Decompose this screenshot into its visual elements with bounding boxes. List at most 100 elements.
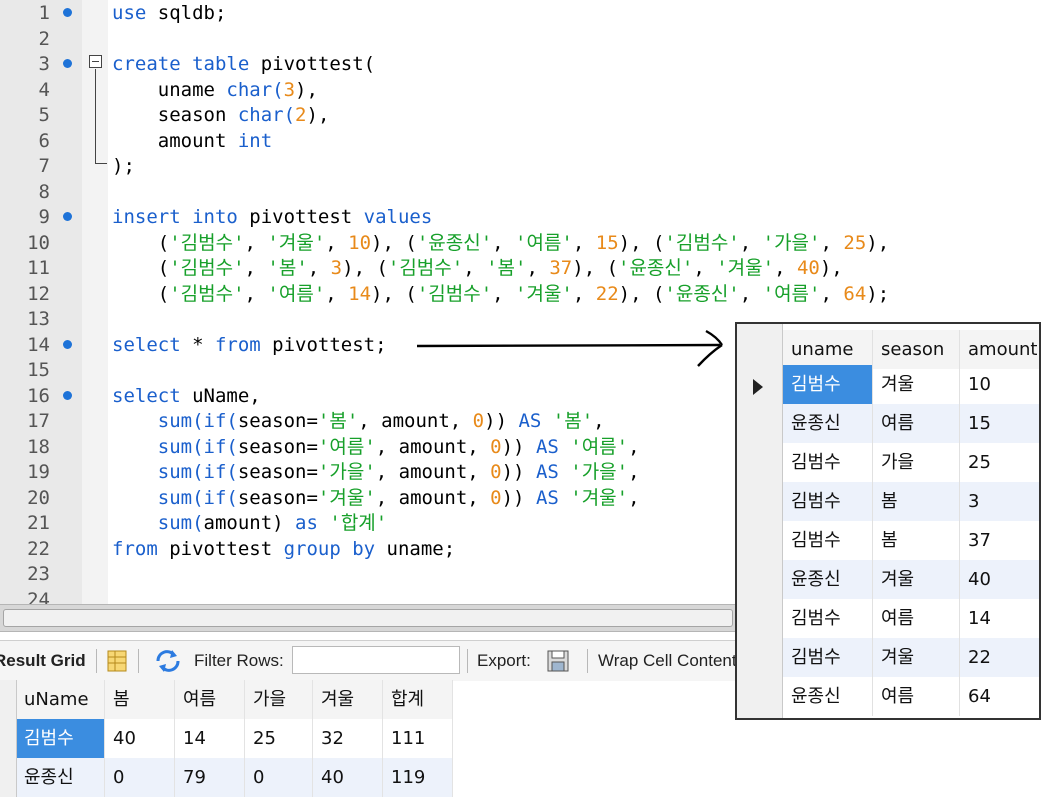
line-number: 13 — [0, 307, 82, 333]
scrollbar-thumb[interactable] — [3, 609, 733, 627]
table-cell[interactable]: 여름 — [873, 404, 960, 443]
table-row[interactable]: 김범수 겨울 22 — [783, 638, 1039, 677]
table-cell[interactable]: 윤종신 — [783, 560, 873, 599]
table-cell[interactable]: 김범수 — [783, 443, 873, 482]
code-token: )) — [484, 410, 519, 432]
code-token: 25 — [843, 231, 867, 254]
code-token: season= — [237, 461, 318, 483]
table-row[interactable]: 김범수 여름 14 — [783, 599, 1039, 638]
table-cell[interactable]: 김범수 — [16, 719, 105, 758]
table-cell[interactable]: 겨울 — [873, 560, 960, 599]
line-number: 2 — [0, 27, 82, 53]
result-grid-tab[interactable]: Result Grid — [0, 641, 86, 681]
table-cell[interactable]: 25 — [960, 443, 1039, 482]
table-cell[interactable]: 봄 — [873, 482, 960, 521]
table-row[interactable]: 윤종신 0 79 0 40 119 — [0, 758, 453, 797]
code-token: pivottest — [249, 206, 364, 228]
grid-header-row: uName 봄 여름 가을 겨울 합계 — [0, 680, 453, 719]
table-cell[interactable]: 윤종신 — [783, 677, 873, 716]
table-cell[interactable]: 40 — [105, 719, 175, 758]
table-cell[interactable]: 윤종신 — [783, 404, 873, 443]
grid-form-icon[interactable] — [107, 650, 127, 672]
code-token: 0 — [472, 410, 485, 432]
table-cell[interactable]: 김범수 — [783, 482, 873, 521]
refresh-icon[interactable] — [154, 649, 182, 673]
table-row[interactable]: 김범수 봄 3 — [783, 482, 1039, 521]
table-row[interactable]: 윤종신 겨울 40 — [783, 560, 1039, 599]
table-cell[interactable]: 윤종신 — [16, 758, 105, 797]
code-token: '윤종신' — [664, 282, 740, 305]
column-header[interactable]: season — [873, 330, 960, 369]
column-header[interactable]: 겨울 — [313, 680, 383, 719]
table-cell[interactable]: 여름 — [873, 599, 960, 638]
table-cell[interactable]: 32 — [313, 719, 383, 758]
table-cell[interactable]: 3 — [960, 482, 1039, 521]
code-token: , — [307, 257, 331, 279]
table-cell[interactable]: 겨울 — [873, 638, 960, 677]
column-header[interactable]: uName — [16, 680, 105, 719]
table-row[interactable]: 김범수 겨울 10 — [783, 365, 1039, 404]
table-cell[interactable]: 10 — [960, 365, 1039, 404]
table-cell[interactable]: 79 — [175, 758, 245, 797]
table-cell[interactable]: 김범수 — [783, 638, 873, 677]
table-cell[interactable]: 김범수 — [783, 365, 873, 404]
table-cell[interactable]: 22 — [960, 638, 1039, 677]
code-token: , amount, — [375, 435, 491, 458]
table-cell[interactable]: 14 — [175, 719, 245, 758]
code-token: )) — [501, 486, 536, 509]
column-header[interactable]: 여름 — [175, 680, 245, 719]
code-token: 40 — [796, 257, 820, 279]
table-cell[interactable]: 64 — [960, 677, 1039, 716]
code-token: , amount, — [375, 486, 491, 509]
table-cell[interactable]: 김범수 — [783, 521, 873, 560]
table-row[interactable]: 김범수 가을 25 — [783, 443, 1039, 482]
code-token: AS — [518, 410, 553, 432]
column-header[interactable]: 가을 — [245, 680, 313, 719]
table-row[interactable]: 김범수 40 14 25 32 111 — [0, 719, 453, 758]
column-header[interactable]: 합계 — [383, 680, 453, 719]
column-header[interactable]: amount — [960, 330, 1039, 369]
table-cell[interactable]: 119 — [383, 758, 453, 797]
line-number-text: 16 — [27, 384, 50, 407]
statement-marker-icon — [63, 339, 72, 349]
table-cell[interactable]: 봄 — [873, 521, 960, 560]
table-cell[interactable]: 여름 — [873, 677, 960, 716]
code-token: ( — [112, 231, 170, 254]
table-cell[interactable]: 김범수 — [783, 599, 873, 638]
table-cell[interactable]: 0 — [105, 758, 175, 797]
wrap-cell-content-toggle[interactable]: Wrap Cell Content — [598, 641, 737, 681]
line-number-text: 11 — [27, 257, 50, 279]
table-row[interactable]: 김범수 봄 37 — [783, 521, 1039, 560]
table-cell[interactable]: 가을 — [873, 443, 960, 482]
export-icon[interactable] — [546, 649, 576, 673]
code-token: ); — [866, 282, 890, 305]
column-header[interactable]: 봄 — [105, 680, 175, 719]
line-number-text: 20 — [27, 486, 50, 509]
table-cell[interactable]: 14 — [960, 599, 1039, 638]
code-token: , — [526, 257, 550, 279]
statement-marker-icon — [63, 8, 72, 17]
code-token: '가을' — [317, 461, 376, 483]
table-cell[interactable]: 40 — [960, 560, 1039, 599]
table-cell[interactable]: 25 — [245, 719, 313, 758]
table-cell[interactable]: 0 — [245, 758, 313, 797]
code-token: 3 — [330, 257, 343, 279]
filter-rows-input[interactable] — [292, 646, 460, 674]
code-token: '윤종신' — [416, 231, 493, 254]
table-cell[interactable]: 111 — [383, 719, 453, 758]
line-number-text: 18 — [27, 435, 50, 458]
table-row[interactable]: 윤종신 여름 64 — [783, 677, 1039, 716]
column-header[interactable]: uname — [783, 330, 873, 369]
code-token: as — [295, 512, 330, 534]
code-token: 3 — [283, 78, 296, 101]
table-cell[interactable]: 15 — [960, 404, 1039, 443]
code-token: 2 — [295, 104, 307, 126]
code-token: ( — [112, 257, 170, 279]
table-cell[interactable]: 37 — [960, 521, 1039, 560]
table-row[interactable]: 윤종신 여름 15 — [783, 404, 1039, 443]
table-cell[interactable]: 40 — [313, 758, 383, 797]
line-number-text: 3 — [38, 53, 50, 75]
table-cell[interactable]: 겨울 — [873, 365, 960, 404]
fold-toggle-icon[interactable] — [89, 55, 102, 68]
editor-horizontal-scrollbar[interactable] — [0, 604, 740, 632]
